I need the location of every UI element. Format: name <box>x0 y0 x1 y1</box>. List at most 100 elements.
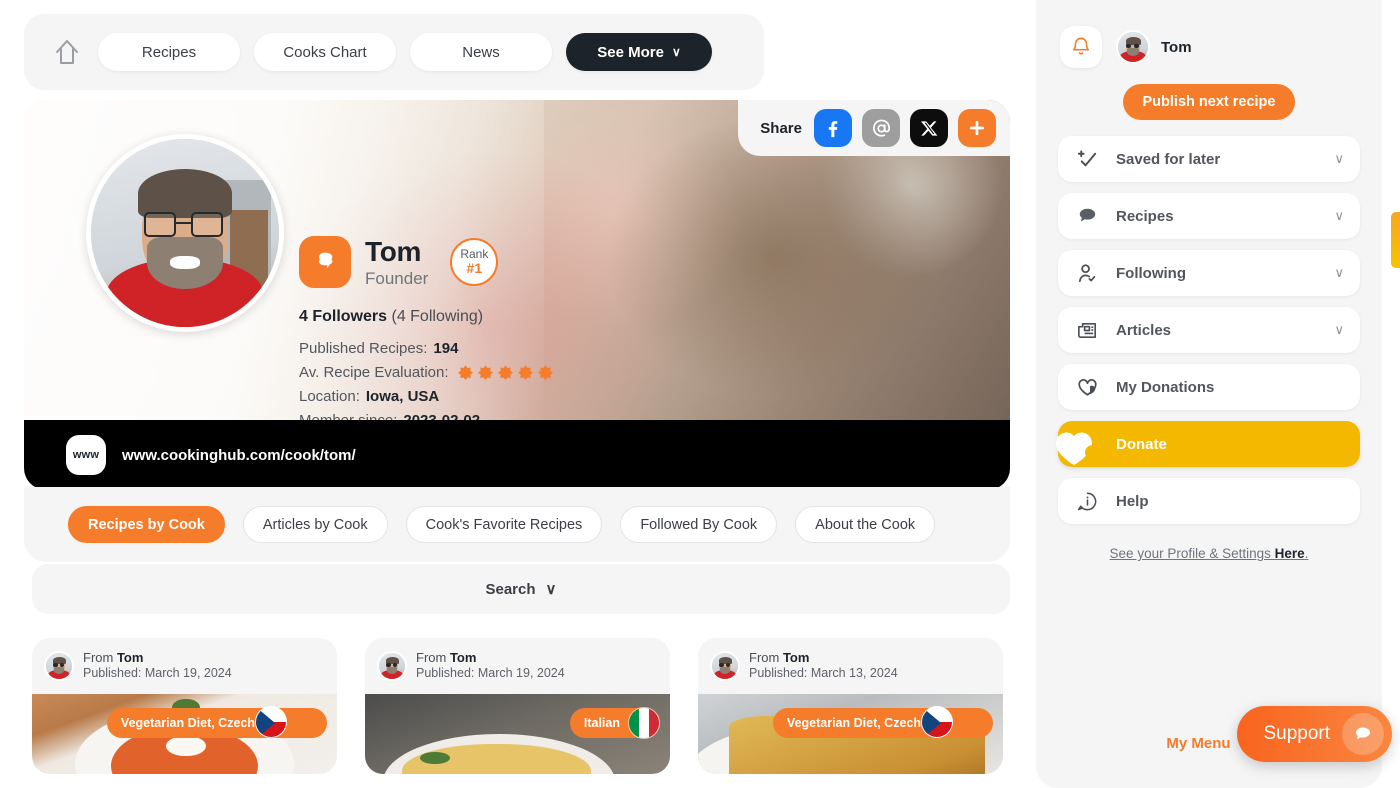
publish-next-recipe-button[interactable]: Publish next recipe <box>1122 84 1296 120</box>
heart-icon <box>1074 374 1100 400</box>
recipe-card-meta: From Tom Published: March 19, 2024 <box>416 650 565 682</box>
see-more-button[interactable]: See More ∨ <box>566 33 712 71</box>
recipe-image: Vegetarian Diet, Czech <box>698 694 1003 774</box>
recipe-author-line: From Tom <box>83 650 232 666</box>
location-value: Iowa, USA <box>365 388 440 405</box>
search-toggle[interactable]: Search ∨ <box>32 564 1010 614</box>
recipe-card-meta: From Tom Published: March 13, 2024 <box>749 650 898 682</box>
rating-stars <box>457 364 554 381</box>
recipe-published-date: Published: March 19, 2024 <box>83 666 232 681</box>
profile-hero-card: Tom Founder Rank #1 4 Followers (4 Follo… <box>24 100 1010 490</box>
cuisine-badge: Italian <box>569 707 660 739</box>
sidebar-item-my-donations[interactable]: My Donations <box>1058 364 1360 410</box>
profile-settings-link[interactable]: See your Profile & Settings Here. <box>1036 546 1382 561</box>
cuisine-label: Vegetarian Diet, Czech <box>120 716 255 730</box>
website-url-text[interactable]: www.cookinghub.com/cook/tom/ <box>122 447 356 464</box>
sidebar-menu: Saved for later ∨ Recipes ∨ Following ∨ … <box>1056 136 1360 524</box>
profile-tabs: Recipes by Cook Articles by Cook Cook's … <box>24 487 1010 562</box>
recipe-author: Tom <box>116 650 144 666</box>
cuisine-badge: Vegetarian Diet, Czech <box>772 706 993 738</box>
recipe-author-line: From Tom <box>749 650 898 666</box>
sidebar-item-saved-for-later[interactable]: Saved for later ∨ <box>1058 136 1360 182</box>
recipe-card[interactable]: From Tom Published: March 19, 2024 Itali… <box>365 638 670 774</box>
profile-identity-block: Tom Founder Rank #1 4 Followers (4 Follo… <box>299 236 554 436</box>
rank-badge: Rank #1 <box>450 238 499 286</box>
support-button[interactable]: Support <box>1237 706 1392 762</box>
recipe-card-list: From Tom Published: March 19, 2024 Veget… <box>32 638 1003 774</box>
newspaper-icon <box>1074 317 1100 343</box>
plus-icon[interactable] <box>958 109 996 147</box>
czech-flag-icon <box>921 706 953 738</box>
recipe-author-line: From Tom <box>416 650 565 666</box>
right-edge-tab[interactable] <box>1391 212 1400 268</box>
tab-recipes-by-cook[interactable]: Recipes by Cook <box>68 506 225 543</box>
tab-articles-by-cook[interactable]: Articles by Cook <box>242 506 388 543</box>
nav-item-cooks-chart[interactable]: Cooks Chart <box>254 33 396 71</box>
email-at-icon[interactable] <box>862 109 900 147</box>
share-label: Share <box>760 119 802 137</box>
recipe-card[interactable]: From Tom Published: March 13, 2024 Veget… <box>698 638 1003 774</box>
stat-location: Location: Iowa, USA <box>299 388 554 405</box>
recipe-card[interactable]: From Tom Published: March 19, 2024 Veget… <box>32 638 337 774</box>
sidebar-item-help[interactable]: Help <box>1058 478 1360 524</box>
x-twitter-icon[interactable] <box>910 109 948 147</box>
cuisine-label: Italian <box>583 716 620 730</box>
avatar <box>710 651 740 681</box>
avatar <box>44 651 74 681</box>
chevron-down-icon: ∨ <box>1334 151 1344 166</box>
facebook-icon[interactable] <box>814 109 852 147</box>
info-icon <box>1074 488 1100 514</box>
star-icon <box>537 365 553 381</box>
from-prefix: From <box>416 650 450 666</box>
sidebar-item-label: Articles <box>1116 321 1172 339</box>
profile-name-row: Tom Founder Rank #1 <box>299 236 554 288</box>
chevron-down-icon: ∨ <box>545 581 557 598</box>
from-prefix: From <box>749 650 783 666</box>
www-icon: www <box>66 435 106 475</box>
settings-link-text: See your Profile & Settings <box>1109 546 1275 561</box>
recipe-image: Italian <box>365 694 670 774</box>
sidebar-item-label: Following <box>1116 264 1186 282</box>
tab-followed-by-cook[interactable]: Followed By Cook <box>620 506 778 543</box>
tab-cooks-favorite-recipes[interactable]: Cook's Favorite Recipes <box>405 506 603 543</box>
recipe-author: Tom <box>449 650 477 666</box>
chevron-down-icon: ∨ <box>1334 322 1344 337</box>
profile-role: Founder <box>365 268 429 288</box>
profile-avatar <box>86 134 284 332</box>
nav-item-news[interactable]: News <box>410 33 552 71</box>
from-prefix: From <box>83 650 117 666</box>
bell-icon[interactable] <box>1060 26 1102 68</box>
sidebar-item-following[interactable]: Following ∨ <box>1058 250 1360 296</box>
recipe-author: Tom <box>782 650 810 666</box>
chevron-down-icon: ∨ <box>671 45 681 59</box>
left-column: Recipes Cooks Chart News See More ∨ Tom … <box>0 0 1020 788</box>
settings-link-end: . <box>1304 546 1309 561</box>
right-sidebar: Tom Publish next recipe Saved for later … <box>1036 0 1382 788</box>
star-icon <box>457 365 473 381</box>
sidebar-item-recipes[interactable]: Recipes ∨ <box>1058 193 1360 239</box>
czech-flag-icon <box>255 706 287 738</box>
chat-bubble-icon <box>1342 713 1384 755</box>
stat-published-recipes: Published Recipes: 194 <box>299 340 554 357</box>
chevron-down-icon: ∨ <box>1334 208 1344 223</box>
star-icon <box>477 365 493 381</box>
star-icon <box>517 365 533 381</box>
speech-bubble-icon <box>1074 203 1100 229</box>
avatar <box>1116 30 1150 64</box>
sidebar-item-articles[interactable]: Articles ∨ <box>1058 307 1360 353</box>
sidebar-item-label: Help <box>1116 492 1149 510</box>
app-root: Recipes Cooks Chart News See More ∨ Tom … <box>0 0 1400 788</box>
followers-line: 4 Followers (4 Following) <box>299 308 554 326</box>
recipe-image: Vegetarian Diet, Czech <box>32 694 337 774</box>
sidebar-username: Tom <box>1161 38 1192 56</box>
sidebar-item-label: Recipes <box>1116 207 1174 225</box>
avatar-photo <box>91 139 279 327</box>
sidebar-item-donate[interactable]: Donate <box>1056 421 1360 467</box>
home-icon[interactable] <box>50 35 84 69</box>
person-check-icon <box>1074 260 1100 286</box>
tab-about-the-cook[interactable]: About the Cook <box>795 506 936 543</box>
sidebar-user[interactable]: Tom <box>1116 30 1192 64</box>
published-value: 194 <box>433 340 459 357</box>
avatar <box>377 651 407 681</box>
nav-item-recipes[interactable]: Recipes <box>98 33 240 71</box>
